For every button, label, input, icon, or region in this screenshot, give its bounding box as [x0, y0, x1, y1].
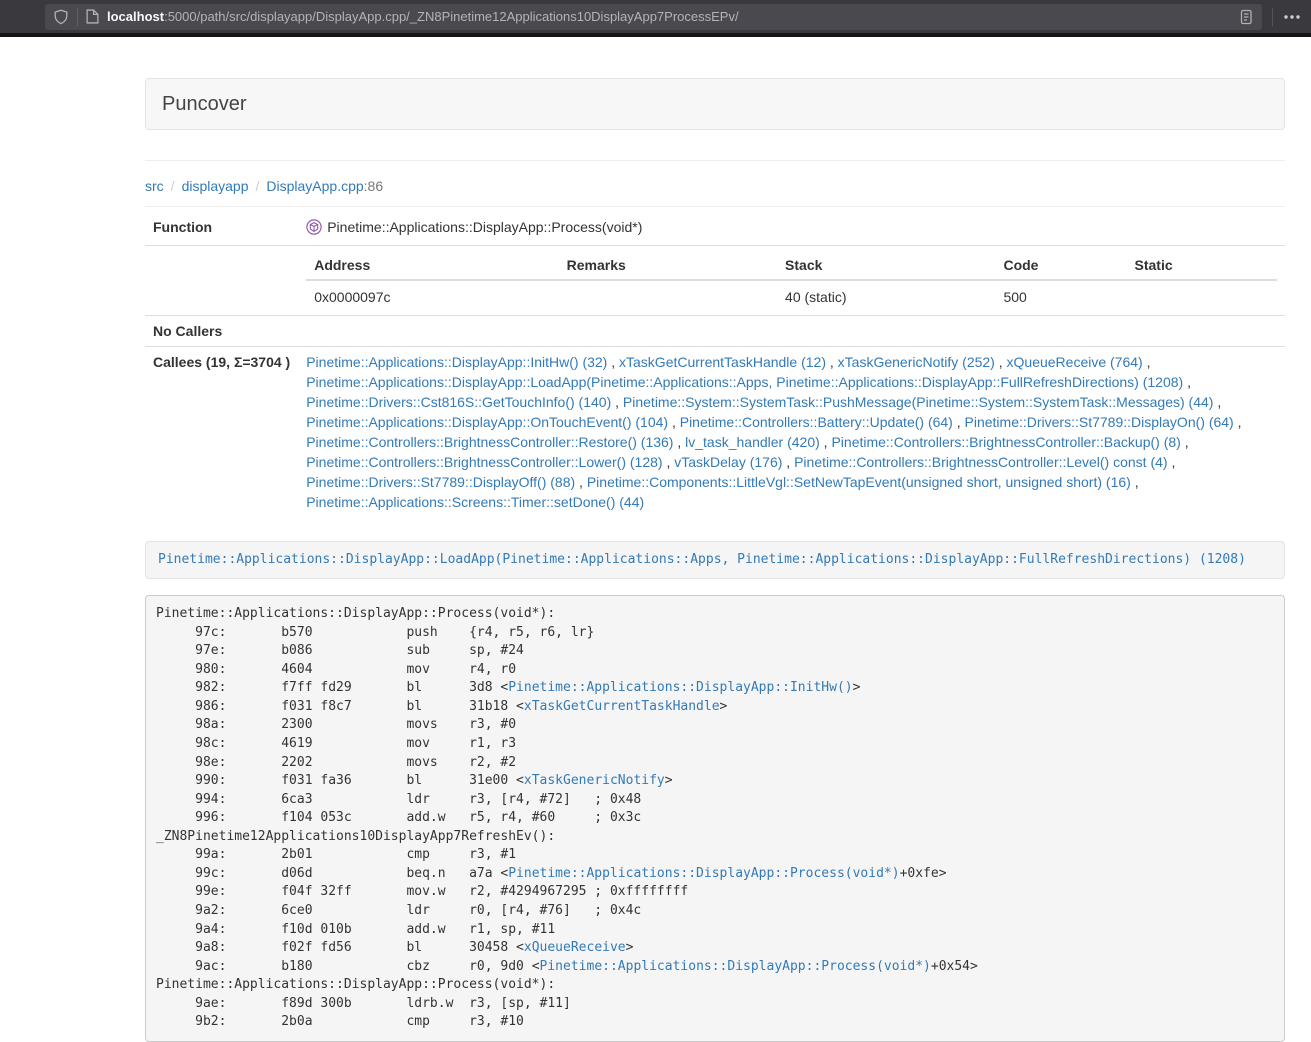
callee-link[interactable]: Pinetime::Drivers::St7789::DisplayOn() (…	[965, 414, 1234, 430]
code-symbol-link[interactable]: Pinetime::Applications::DisplayApp::Proc…	[540, 959, 931, 974]
function-stats-table: Address Remarks Stack Code Static 0x0000…	[306, 251, 1277, 314]
breadcrumb: src / displayapp / DisplayApp.cpp:86	[145, 176, 1285, 196]
stats-cell: Address Remarks Stack Code Static 0x0000…	[298, 246, 1285, 316]
callee-link[interactable]: Pinetime::Drivers::Cst816S::GetTouchInfo…	[306, 394, 611, 410]
function-row: Function Pinetime::Applications::Display…	[145, 212, 1285, 246]
divider	[145, 206, 1285, 207]
no-callers-row: No Callers	[145, 316, 1285, 347]
browser-toolbar: localhost:5000/path/src/displayapp/Displ…	[0, 0, 1311, 33]
callee-link[interactable]: xTaskGenericNotify (252)	[838, 354, 995, 370]
stats-row: Address Remarks Stack Code Static 0x0000…	[145, 246, 1285, 316]
breadcrumb-separator: /	[171, 178, 175, 194]
page-content: Puncover src / displayapp / DisplayApp.cpp:8…	[145, 78, 1285, 1042]
menu-icon[interactable]	[1283, 9, 1301, 25]
top-callee-box: Pinetime::Applications::DisplayApp::Load…	[145, 541, 1285, 579]
callee-link[interactable]: Pinetime::Applications::DisplayApp::OnTo…	[306, 414, 668, 430]
callee-link[interactable]: Pinetime::Controllers::BrightnessControl…	[831, 434, 1180, 450]
stats-header-row: Address Remarks Stack Code Static	[306, 251, 1277, 280]
breadcrumb-link-file[interactable]: DisplayApp.cpp	[266, 178, 363, 194]
toolbar-bottom-border	[0, 33, 1311, 37]
callee-link[interactable]: lv_task_handler (420)	[685, 434, 820, 450]
col-stack: Stack	[777, 251, 995, 280]
disassembly-code: Pinetime::Applications::DisplayApp::Proc…	[145, 595, 1285, 1042]
code-symbol-link[interactable]: xQueueReceive	[524, 940, 626, 955]
function-table: Function Pinetime::Applications::Display…	[145, 212, 1285, 517]
shield-icon[interactable]	[53, 9, 69, 25]
url-bar[interactable]: localhost:5000/path/src/displayapp/Displ…	[45, 4, 1262, 30]
toolbar-divider	[1272, 8, 1273, 26]
callee-link[interactable]: vTaskDelay (176)	[674, 454, 782, 470]
callee-link[interactable]: Pinetime::Controllers::Battery::Update()…	[680, 414, 953, 430]
callee-link[interactable]: xTaskGetCurrentTaskHandle (12)	[619, 354, 826, 370]
callee-link[interactable]: Pinetime::Applications::DisplayApp::Load…	[306, 374, 1183, 390]
callee-link[interactable]: Pinetime::Controllers::BrightnessControl…	[306, 454, 662, 470]
code-symbol-link[interactable]: Pinetime::Applications::DisplayApp::Init…	[508, 680, 852, 695]
url-host: localhost	[107, 9, 164, 24]
col-address: Address	[306, 251, 558, 280]
breadcrumb-link-src[interactable]: src	[145, 178, 164, 194]
col-remarks: Remarks	[559, 251, 777, 280]
col-static: Static	[1127, 251, 1278, 280]
function-label: Function	[145, 212, 298, 246]
cell-static	[1127, 280, 1278, 314]
urlbar-divider	[77, 8, 78, 26]
breadcrumb-line-number: :86	[364, 178, 383, 194]
callee-link[interactable]: Pinetime::Applications::Screens::Timer::…	[306, 494, 644, 510]
callees-list: Pinetime::Applications::DisplayApp::Init…	[298, 347, 1285, 518]
empty-label-cell	[145, 246, 298, 316]
code-symbol-link[interactable]: xTaskGetCurrentTaskHandle	[524, 699, 720, 714]
no-callers-cell	[298, 316, 1285, 347]
callee-link[interactable]: Pinetime::Applications::DisplayApp::Init…	[306, 354, 607, 370]
cell-remarks	[559, 280, 777, 314]
code-symbol-link[interactable]: xTaskGenericNotify	[524, 773, 665, 788]
breadcrumb-link-displayapp[interactable]: displayapp	[182, 178, 249, 194]
code-symbol-link[interactable]: Pinetime::Applications::DisplayApp::Proc…	[508, 866, 899, 881]
breadcrumb-separator: /	[256, 178, 260, 194]
reader-view-icon[interactable]	[1238, 9, 1254, 25]
callee-link[interactable]: Pinetime::Drivers::St7789::DisplayOff() …	[306, 474, 575, 490]
no-callers-label: No Callers	[145, 316, 298, 347]
top-callee-link[interactable]: Pinetime::Applications::DisplayApp::Load…	[158, 552, 1246, 567]
callee-link[interactable]: Pinetime::Controllers::BrightnessControl…	[794, 454, 1167, 470]
callee-link[interactable]: Pinetime::Controllers::BrightnessControl…	[306, 434, 673, 450]
callee-link[interactable]: xQueueReceive (764)	[1007, 354, 1143, 370]
callee-link[interactable]: Pinetime::System::SystemTask::PushMessag…	[623, 394, 1214, 410]
function-name: Pinetime::Applications::DisplayApp::Proc…	[327, 219, 642, 235]
callees-label: Callees (19, Σ=3704 )	[145, 347, 298, 518]
url-path: :5000/path/src/displayapp/DisplayApp.cpp…	[164, 9, 739, 24]
callee-link[interactable]: Pinetime::Components::LittleVgl::SetNewT…	[587, 474, 1131, 490]
cell-address: 0x0000097c	[306, 280, 558, 314]
page-icon[interactable]	[86, 9, 99, 24]
app-header-panel: Puncover	[145, 78, 1285, 130]
app-title: Puncover	[162, 94, 1268, 114]
callees-row: Callees (19, Σ=3704 ) Pinetime::Applicat…	[145, 347, 1285, 518]
function-name-cell: Pinetime::Applications::DisplayApp::Proc…	[298, 212, 1285, 246]
divider	[145, 160, 1285, 161]
url-text: localhost:5000/path/src/displayapp/Displ…	[107, 9, 1238, 24]
cell-stack: 40 (static)	[777, 280, 995, 314]
table-row: 0x0000097c 40 (static) 500	[306, 280, 1277, 314]
symbol-cube-icon	[306, 219, 322, 240]
col-code: Code	[995, 251, 1126, 280]
cell-code: 500	[995, 280, 1126, 314]
